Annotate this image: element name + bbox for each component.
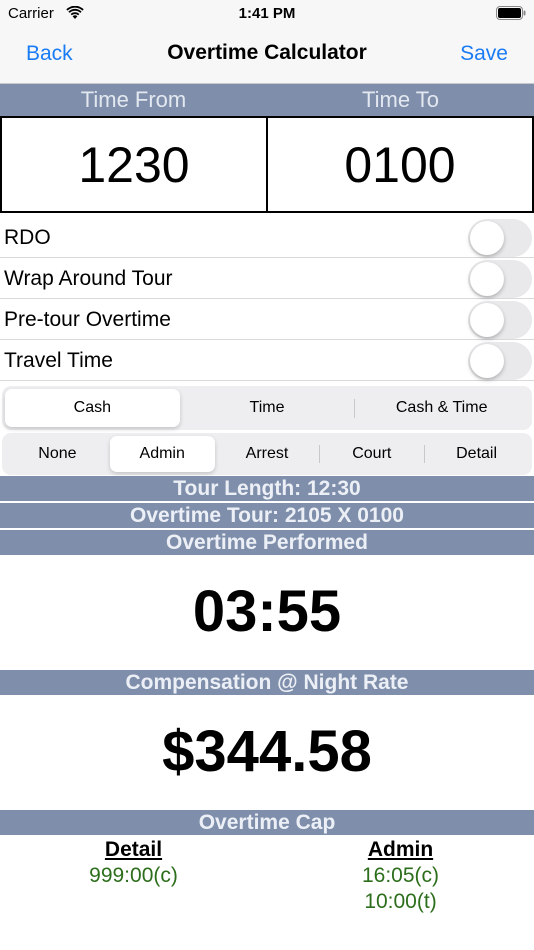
- segment-court[interactable]: Court: [319, 436, 424, 472]
- segment-none[interactable]: None: [5, 436, 110, 472]
- travel-time-row: Travel Time: [0, 340, 534, 381]
- switch-knob: [470, 344, 504, 378]
- segment-detail[interactable]: Detail: [424, 436, 529, 472]
- save-button[interactable]: Save: [460, 42, 508, 66]
- compensation-label: Compensation @ Night Rate: [0, 670, 534, 695]
- switch-knob: [470, 221, 504, 255]
- wrap-around-tour-switch[interactable]: [468, 260, 532, 298]
- overtime-performed-value: 03:55: [192, 579, 342, 644]
- pre-tour-overtime-row: Pre-tour Overtime: [0, 299, 534, 340]
- cap-admin-column: Admin 16:05(c) 10:00(t): [267, 837, 534, 915]
- clock: 1:41 PM: [238, 5, 296, 22]
- pay-type-control: Cash Time Cash & Time: [2, 386, 532, 430]
- time-from-label: Time From: [80, 87, 187, 112]
- status-bar: Carrier 1:41 PM: [0, 0, 534, 28]
- travel-time-label: Travel Time: [4, 349, 113, 372]
- rdo-row: RDO: [0, 217, 534, 258]
- segment-admin[interactable]: Admin: [109, 436, 215, 472]
- switch-knob: [470, 262, 504, 296]
- pre-tour-overtime-label: Pre-tour Overtime: [4, 308, 171, 331]
- back-button[interactable]: Back: [26, 42, 73, 66]
- cap-detail-title: Detail: [104, 838, 163, 861]
- cap-admin-value-cash: 16:05(c): [361, 864, 440, 887]
- page-title: Overtime Calculator: [167, 41, 367, 64]
- compensation-value: $344.58: [162, 719, 372, 784]
- overtime-tour: Overtime Tour: 2105 X 0100: [0, 503, 534, 528]
- cap-detail-column: Detail 999:00(c): [0, 837, 267, 889]
- pre-tour-overtime-switch[interactable]: [468, 301, 532, 339]
- travel-time-switch[interactable]: [468, 342, 532, 380]
- cap-admin-title: Admin: [367, 838, 434, 861]
- segment-cash-and-time[interactable]: Cash & Time: [354, 389, 529, 427]
- time-from-field[interactable]: 1230: [2, 118, 266, 211]
- segment-time[interactable]: Time: [180, 389, 355, 427]
- overtime-cap-label: Overtime Cap: [0, 810, 534, 835]
- segment-arrest[interactable]: Arrest: [215, 436, 320, 472]
- rdo-label: RDO: [4, 226, 51, 249]
- time-header: Time From Time To: [0, 84, 534, 116]
- category-control: None Admin Arrest Court Detail: [2, 433, 532, 475]
- rdo-switch[interactable]: [468, 219, 532, 257]
- wrap-around-tour-label: Wrap Around Tour: [4, 267, 173, 290]
- battery-icon: [496, 6, 526, 20]
- tour-length: Tour Length: 12:30: [0, 476, 534, 501]
- cap-detail-value: 999:00(c): [89, 864, 178, 887]
- navigation-bar: Back Overtime Calculator Save: [0, 28, 534, 84]
- time-to-label: Time To: [361, 87, 440, 112]
- switch-knob: [470, 303, 504, 337]
- time-to-field[interactable]: 0100: [266, 118, 532, 211]
- time-inputs: 1230 0100: [0, 116, 534, 213]
- segment-cash[interactable]: Cash: [5, 389, 180, 427]
- cap-admin-value-time: 10:00(t): [364, 890, 437, 913]
- overtime-performed-label: Overtime Performed: [0, 530, 534, 555]
- wrap-around-tour-row: Wrap Around Tour: [0, 258, 534, 299]
